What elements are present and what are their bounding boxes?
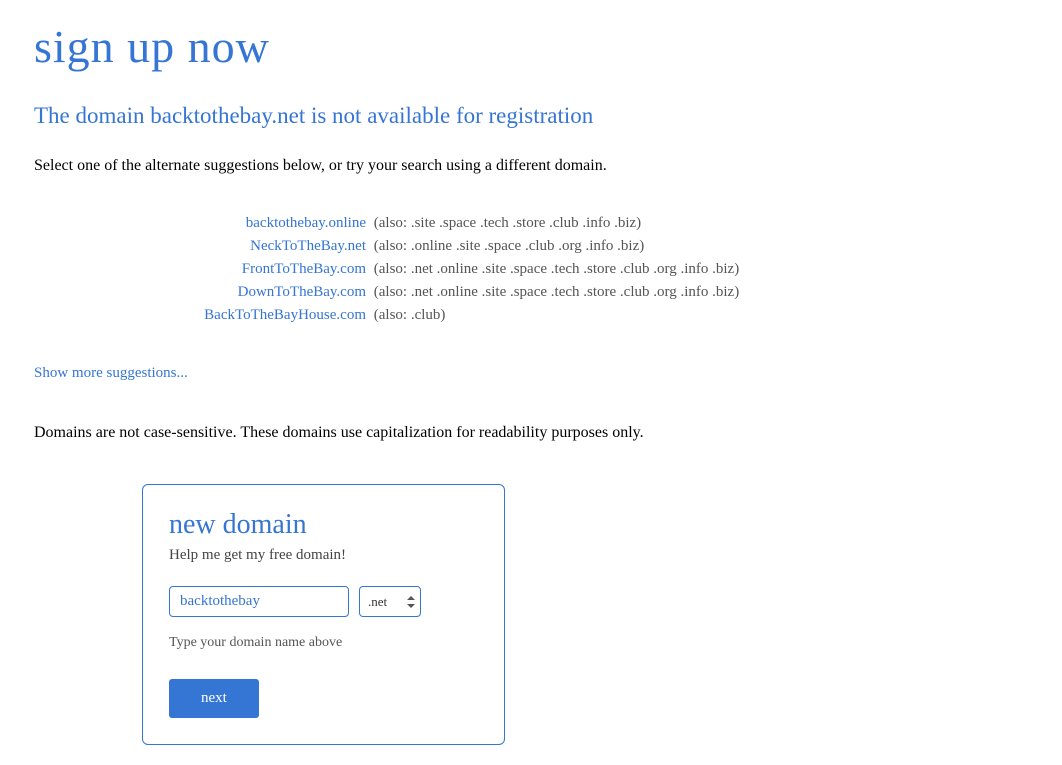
case-sensitivity-note: Domains are not case-sensitive. These do… (34, 424, 1028, 442)
suggestion-domain-link[interactable]: NeckToTheBay.net (34, 238, 370, 255)
form-hint: Type your domain name above (169, 635, 478, 651)
domain-input[interactable] (169, 586, 349, 617)
suggestion-domain-link[interactable]: FrontToTheBay.com (34, 261, 370, 278)
form-subtitle: Help me get my free domain! (169, 547, 478, 564)
instruction-text: Select one of the alternate suggestions … (34, 157, 1028, 175)
show-more-link[interactable]: Show more suggestions... (34, 365, 188, 382)
suggestion-row: DownToTheBay.com (also: .net .online .si… (34, 284, 1028, 301)
input-row: .net (169, 586, 478, 617)
suggestion-row: NeckToTheBay.net (also: .online .site .s… (34, 238, 1028, 255)
tld-select[interactable]: .net (359, 586, 421, 617)
suggestion-also-text: (also: .site .space .tech .store .club .… (374, 215, 641, 232)
suggestion-also-text: (also: .net .online .site .space .tech .… (374, 261, 739, 278)
form-title: new domain (169, 509, 478, 541)
suggestions-list: backtothebay.online (also: .site .space … (34, 215, 1028, 324)
suggestion-domain-link[interactable]: BackToTheBayHouse.com (34, 307, 370, 324)
suggestion-row: backtothebay.online (also: .site .space … (34, 215, 1028, 232)
next-button[interactable]: next (169, 679, 259, 718)
new-domain-form: new domain Help me get my free domain! .… (142, 484, 505, 745)
suggestion-domain-link[interactable]: DownToTheBay.com (34, 284, 370, 301)
suggestion-also-text: (also: .net .online .site .space .tech .… (374, 284, 739, 301)
availability-subtitle: The domain backtothebay.net is not avail… (34, 103, 1028, 129)
suggestion-row: FrontToTheBay.com (also: .net .online .s… (34, 261, 1028, 278)
suggestion-also-text: (also: .online .site .space .club .org .… (374, 238, 645, 255)
suggestion-row: BackToTheBayHouse.com (also: .club) (34, 307, 1028, 324)
page-title: sign up now (34, 20, 1028, 73)
suggestion-domain-link[interactable]: backtothebay.online (34, 215, 370, 232)
suggestion-also-text: (also: .club) (374, 307, 446, 324)
